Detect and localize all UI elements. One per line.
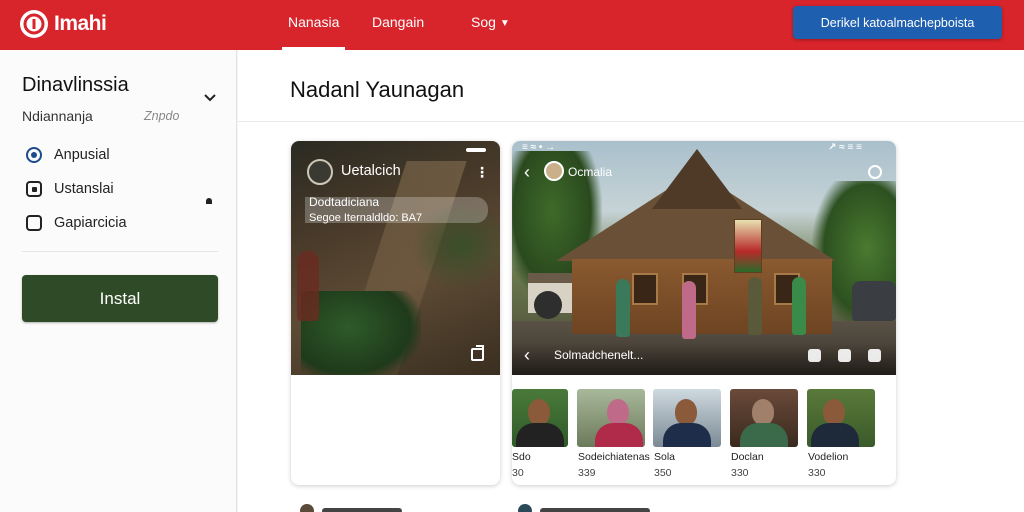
previous-icon[interactable]: ‹ — [524, 346, 530, 364]
feed-item-preview[interactable] — [518, 504, 650, 512]
main-content: Nadanl Yaunagan Uetalcich ⋮ Dodtadiciana… — [238, 50, 1024, 512]
story-card-left[interactable]: Uetalcich ⋮ Dodtadiciana Segoe Iternaldl… — [291, 141, 500, 485]
story-image[interactable]: ≡ ≈ • → ↗ ≈ ≡ ≡ ‹ Ocmalia ‹ Solmadchenel… — [512, 141, 896, 375]
top-bar: Imahi Nanasia Dangain Sog ▼ Derikel katoa… — [0, 0, 1024, 50]
nav-tab-3-label: Sog — [471, 14, 496, 30]
comment-icon[interactable] — [838, 349, 851, 362]
sidebar: Dinavlinssia Ndiannanja Znpdo Anpusial U… — [0, 50, 237, 512]
nav-tab-1[interactable]: Nanasia — [281, 14, 346, 50]
option-indicator-icon — [206, 198, 212, 204]
thumbnail-name: Vodelion — [808, 451, 849, 463]
install-button[interactable]: Instal — [22, 275, 218, 322]
story-caption-subtitle: Segoe Iternaldldo: BA7 — [309, 212, 423, 224]
thumbnail-count: 330 — [731, 467, 749, 479]
thumbnail-4[interactable] — [730, 389, 798, 447]
story-caption-title: Dodtadiciana — [309, 195, 380, 209]
story-author-name: Uetalcich — [341, 163, 401, 179]
checkbox-icon[interactable] — [26, 215, 42, 231]
status-bar-left: ≡ ≈ • → — [522, 142, 556, 153]
nav-tab-3-dropdown[interactable]: Sog ▼ — [471, 14, 510, 30]
thumbnail-count: 30 — [512, 467, 524, 479]
sidebar-option-label: Gapiarcicia — [54, 215, 127, 231]
avatar[interactable] — [544, 161, 564, 181]
chevron-down-icon: ▼ — [499, 17, 510, 29]
more-options-icon[interactable]: ⋮ — [475, 165, 489, 179]
header-cta-button[interactable]: Derikel katoalmachepboista — [793, 6, 1002, 39]
sidebar-option-label: Ustanslai — [54, 181, 114, 197]
thumbnail-count: 339 — [578, 467, 596, 479]
logo-text: Imahi — [54, 12, 107, 35]
share-icon[interactable] — [471, 345, 484, 361]
thumbnail-name: Sodeichiatenas — [578, 451, 650, 463]
chevron-down-icon[interactable] — [202, 90, 218, 106]
status-bar-icon — [466, 148, 486, 152]
circle-icon[interactable] — [868, 165, 882, 179]
avatar — [300, 504, 314, 512]
story-image[interactable]: Uetalcich ⋮ Dodtadiciana Segoe Iternaldl… — [291, 141, 500, 375]
status-bar-right: ↗ ≈ ≡ ≡ — [828, 142, 862, 153]
nav-tab-2[interactable]: Dangain — [372, 14, 424, 30]
share-icon[interactable] — [868, 349, 881, 362]
thumbnail-name: Sola — [654, 451, 676, 463]
back-arrow-icon[interactable]: ‹ — [524, 163, 530, 181]
thumbnail-name: Sdo — [512, 451, 531, 463]
thumbnail-count: 330 — [808, 467, 826, 479]
sidebar-subtitle: Ndiannanja — [22, 108, 93, 124]
text-placeholder — [540, 508, 650, 512]
sidebar-option-2[interactable]: Ustanslai — [26, 179, 114, 199]
page-title: Nadanl Yaunagan — [290, 77, 465, 102]
sidebar-option-label: Anpusial — [54, 147, 110, 163]
main-divider — [238, 121, 1024, 122]
story-author-name: Ocmalia — [568, 165, 613, 179]
sidebar-title: Dinavlinssia — [22, 74, 129, 96]
like-icon[interactable] — [808, 349, 821, 362]
logo-icon — [20, 10, 48, 38]
thumbnail-3[interactable] — [653, 389, 721, 447]
sidebar-option-1[interactable]: Anpusial — [26, 145, 110, 165]
text-placeholder — [322, 508, 402, 512]
sidebar-subtitle-hint: Znpdo — [144, 109, 180, 123]
thumbnail-count: 350 — [654, 467, 672, 479]
thumbnail-name: Doclan — [731, 451, 764, 463]
thumbnail-2[interactable] — [577, 389, 645, 447]
thumbnail-1[interactable] — [512, 389, 568, 447]
checkbox-partial-icon[interactable] — [26, 181, 42, 197]
avatar — [518, 504, 532, 512]
feed-item-preview[interactable] — [300, 504, 402, 512]
app-logo[interactable]: Imahi — [20, 9, 107, 39]
sidebar-divider — [22, 251, 218, 252]
sidebar-option-3[interactable]: Gapiarcicia — [26, 213, 127, 233]
thumbnail-5[interactable] — [807, 389, 875, 447]
radio-selected-icon[interactable] — [26, 147, 42, 163]
story-caption: Solmadchenelt... — [554, 348, 644, 362]
avatar[interactable] — [307, 159, 333, 185]
